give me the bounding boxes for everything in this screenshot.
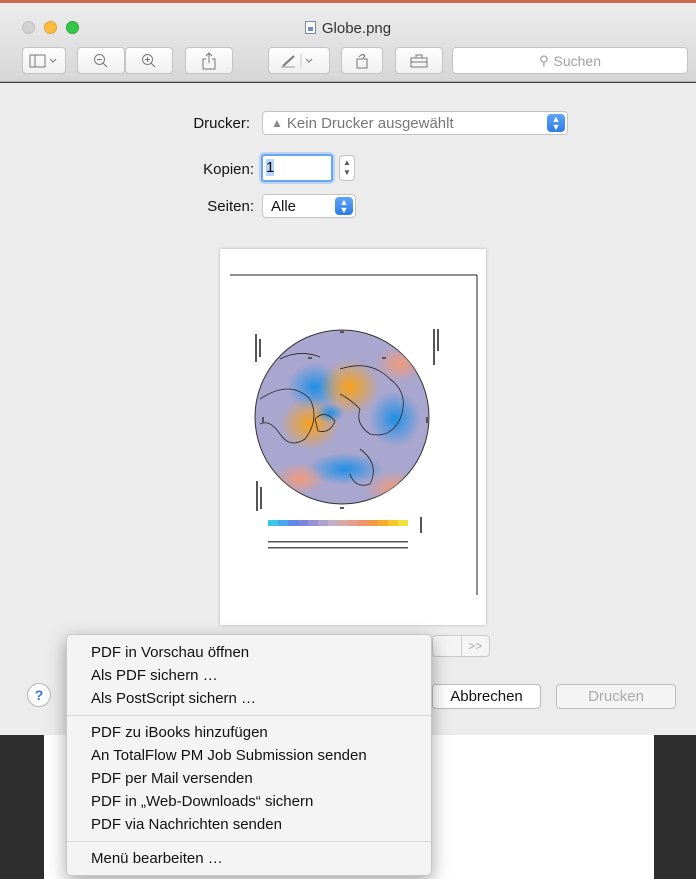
pages-label: Seiten: <box>207 198 254 215</box>
copies-value: 1 <box>266 159 275 176</box>
pages-popup[interactable]: Alle ▲ ▼ <box>262 194 356 218</box>
rotate-icon <box>356 53 368 68</box>
menu-item-add-to-ibooks[interactable]: PDF zu iBooks hinzufügen <box>67 721 431 744</box>
share-button[interactable] <box>185 47 233 74</box>
menu-item-open-pdf-in-preview[interactable]: PDF in Vorschau öffnen <box>67 641 431 664</box>
menu-item-save-web-downloads[interactable]: PDF in „Web-Downloads“ sichern <box>67 790 431 813</box>
zoom-out-button[interactable] <box>77 47 125 74</box>
markup-button[interactable] <box>268 47 330 74</box>
image-file-icon <box>304 21 316 34</box>
printer-value: Kein Drucker ausgewählt <box>286 114 454 132</box>
copies-input[interactable]: 1 <box>261 154 333 182</box>
print-button[interactable]: Drucken <box>556 684 676 709</box>
menu-item-save-as-pdf[interactable]: Als PDF sichern … <box>67 664 431 687</box>
pages-value: Alle <box>271 197 297 215</box>
zoom-in-button[interactable] <box>125 47 173 74</box>
prev-page-button[interactable] <box>433 636 461 656</box>
sidebar-icon <box>29 54 57 67</box>
search-placeholder: Suchen <box>553 52 601 69</box>
zoom-out-icon <box>94 53 108 67</box>
print-preview-page <box>220 249 486 625</box>
menu-separator <box>67 715 431 716</box>
printer-popup[interactable]: ▲ Kein Drucker ausgewählt ▲ ▼ <box>262 111 568 135</box>
preview-page-nav[interactable]: >> <box>432 635 490 657</box>
toolbox-icon <box>410 54 428 67</box>
help-button[interactable]: ? <box>27 683 51 707</box>
globe-image-preview <box>230 274 478 595</box>
printer-label: Drucker: <box>193 115 250 132</box>
window-titlebar: Globe.png ⚲ Suchen <box>0 0 696 82</box>
menu-item-edit-menu[interactable]: Menü bearbeiten … <box>67 847 431 870</box>
warning-icon: ▲ <box>271 116 283 130</box>
sidebar-toggle-button[interactable] <box>22 47 66 74</box>
share-icon <box>202 51 216 69</box>
window-title: Globe.png <box>0 20 696 37</box>
menu-separator <box>67 841 431 842</box>
window-title-text: Globe.png <box>321 20 392 37</box>
pen-icon <box>281 53 313 68</box>
colorbar <box>268 520 408 526</box>
menu-item-mail-pdf[interactable]: PDF per Mail versenden <box>67 767 431 790</box>
popup-arrows-icon: ▲ ▼ <box>547 114 565 132</box>
search-field[interactable]: ⚲ Suchen <box>452 47 688 74</box>
copies-label: Kopien: <box>203 161 254 178</box>
popup-arrows-icon: ▲ ▼ <box>335 197 353 215</box>
pdf-menu: PDF in Vorschau öffnen Als PDF sichern …… <box>66 634 432 876</box>
screen: Globe.png ⚲ Suchen Drucker: ▲ Kein Druck… <box>0 0 696 879</box>
menu-item-send-totalflow[interactable]: An TotalFlow PM Job Submission senden <box>67 744 431 767</box>
search-icon: ⚲ <box>538 52 549 68</box>
next-page-button[interactable]: >> <box>460 636 490 656</box>
copies-stepper[interactable]: ▲ ▼ <box>339 155 355 181</box>
rotate-button[interactable] <box>341 47 383 74</box>
menu-item-save-as-postscript[interactable]: Als PostScript sichern … <box>67 687 431 710</box>
toolbox-button[interactable] <box>395 47 443 74</box>
menu-item-send-via-messages[interactable]: PDF via Nachrichten senden <box>67 813 431 836</box>
zoom-in-icon <box>142 53 156 67</box>
cancel-button[interactable]: Abbrechen <box>432 684 541 709</box>
